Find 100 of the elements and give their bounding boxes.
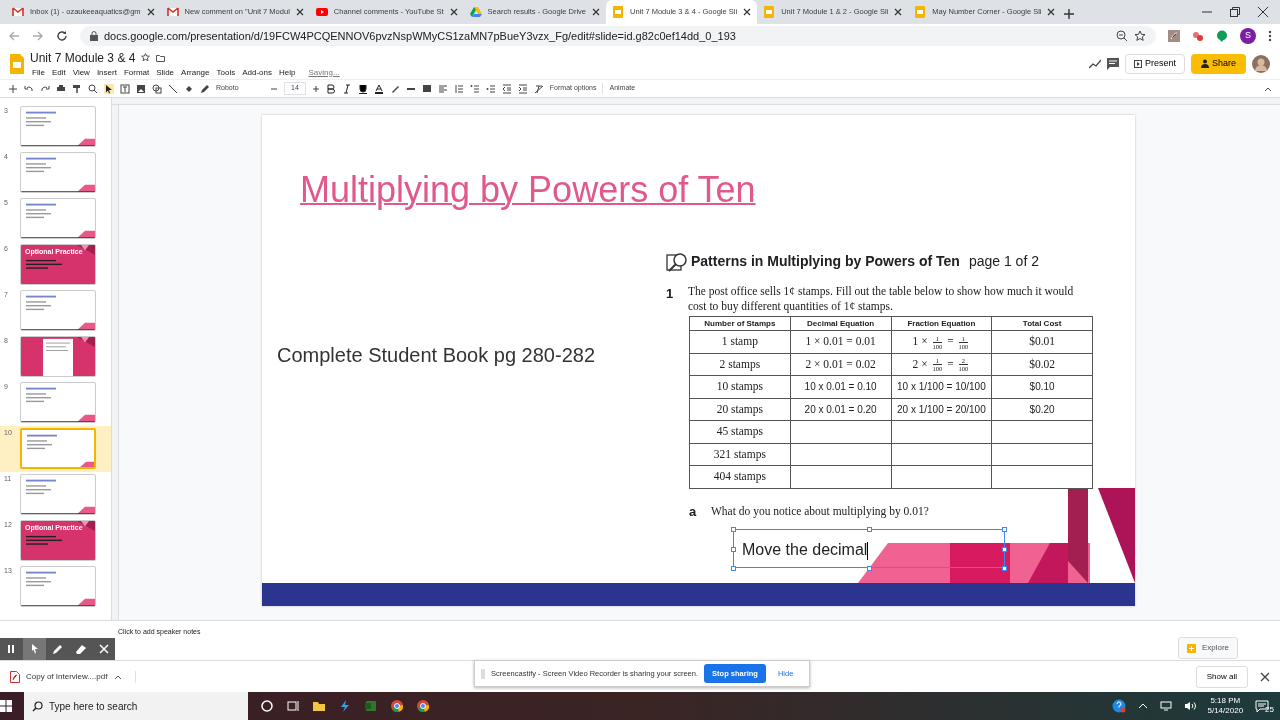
select-icon[interactable] <box>104 83 114 94</box>
close-icon[interactable] <box>894 8 903 16</box>
system-clock[interactable]: 5:18 PM 5/14/2020 <box>1207 696 1244 716</box>
text-box-icon[interactable] <box>120 83 130 94</box>
explore-button[interactable]: Explore <box>1177 637 1238 659</box>
numbered-list-icon[interactable] <box>469 83 480 94</box>
comment-icon[interactable] <box>1106 57 1119 70</box>
line-spacing-icon[interactable] <box>453 83 464 94</box>
task-view-icon[interactable] <box>286 699 300 713</box>
paint-format-icon[interactable] <box>72 83 82 94</box>
menu-item[interactable]: Slide <box>154 66 177 79</box>
table-cell: 1 stamp <box>689 330 791 353</box>
print-icon[interactable] <box>56 83 66 94</box>
slide-thumbnail[interactable] <box>20 474 96 515</box>
indent-increase-icon[interactable] <box>517 83 528 94</box>
slide-thumbnail[interactable] <box>20 198 96 239</box>
circle-icon[interactable] <box>260 699 274 713</box>
restore-icon[interactable] <box>1230 7 1240 17</box>
document-title[interactable]: Unit 7 Module 3 & 4 <box>30 48 136 67</box>
menu-item[interactable]: Insert <box>94 66 119 79</box>
notifications-button[interactable]: 25 <box>1255 696 1280 716</box>
menu-item[interactable]: Arrange <box>179 66 212 79</box>
play-icon <box>315 6 328 18</box>
caret-icon[interactable] <box>1137 702 1148 710</box>
clear-format-icon[interactable] <box>533 83 544 94</box>
pen-icon[interactable] <box>200 83 210 94</box>
network-icon[interactable] <box>1159 701 1172 711</box>
collapse-icon[interactable] <box>1264 85 1272 92</box>
share-button[interactable]: Share <box>1190 53 1246 74</box>
bolt-icon[interactable] <box>338 699 352 713</box>
bulleted-list-icon[interactable] <box>485 83 496 94</box>
close-icon[interactable] <box>295 8 304 16</box>
table-cell: 20 stamps <box>689 398 791 421</box>
underline-icon[interactable] <box>357 83 368 94</box>
folder-icon[interactable] <box>312 699 326 713</box>
slide-thumbnail[interactable] <box>20 290 96 331</box>
slide-thumbnail[interactable] <box>20 336 96 377</box>
profile-avatar[interactable]: S <box>1240 28 1256 44</box>
star-icon[interactable] <box>1134 30 1146 42</box>
add-icon[interactable] <box>8 83 18 94</box>
chrome-icon[interactable] <box>390 699 404 713</box>
magnifier-icon <box>666 251 688 272</box>
trend-icon[interactable] <box>1088 58 1101 69</box>
eraser-icon[interactable] <box>74 643 87 655</box>
menu-item[interactable]: Tools <box>214 66 238 79</box>
windows-icon[interactable] <box>0 700 12 712</box>
menu-item[interactable]: Add-ons <box>240 66 274 79</box>
table-cell: $0.02 <box>991 353 1093 376</box>
app-icon[interactable] <box>364 699 378 713</box>
menu-item[interactable]: Help <box>277 66 298 79</box>
slide-thumbnail[interactable] <box>20 152 96 193</box>
slides-icon <box>612 6 624 18</box>
reload-icon[interactable] <box>56 30 68 42</box>
pdf-icon[interactable] <box>1168 30 1180 42</box>
address-bar[interactable]: docs.google.com/presentation/d/19FCW4PCQENNOV6pvzNspWMyCS1zaMN7pBueY3vzx_Fg/edit#slide=id.g82c0ef14dd_0_193 <box>80 26 1156 46</box>
slide-thumbnail[interactable] <box>20 566 96 607</box>
increase-icon[interactable] <box>311 84 320 93</box>
menu-item[interactable]: File <box>30 66 47 79</box>
bold-icon[interactable] <box>325 83 336 94</box>
slide-thumbnail[interactable] <box>20 382 96 423</box>
slide-thumbnail[interactable] <box>20 428 96 469</box>
star-icon[interactable] <box>141 53 151 62</box>
redo-icon[interactable] <box>40 83 50 94</box>
volume-icon[interactable] <box>1183 701 1196 711</box>
close-icon[interactable] <box>1047 8 1056 16</box>
undo-icon[interactable] <box>24 83 34 94</box>
close-icon[interactable] <box>146 8 155 16</box>
close-icon[interactable] <box>592 8 600 16</box>
close-icon[interactable] <box>1258 7 1268 17</box>
zoom-out-icon[interactable] <box>1116 30 1128 42</box>
chat-bubble-icon[interactable] <box>1216 30 1228 42</box>
close-icon[interactable] <box>1260 671 1270 682</box>
zoom-icon[interactable] <box>88 83 98 94</box>
shape-icon[interactable] <box>152 83 162 94</box>
menu-item[interactable]: Edit <box>49 66 68 79</box>
line-icon[interactable] <box>168 83 178 94</box>
text-color-icon[interactable] <box>373 83 384 94</box>
show-all-button[interactable]: Show all <box>1195 665 1248 688</box>
close-icon[interactable] <box>743 8 752 16</box>
menu-item[interactable]: View <box>70 66 92 79</box>
answer-box[interactable]: Move the decimal <box>733 529 1005 568</box>
close-icon[interactable] <box>449 8 458 16</box>
pen-icon[interactable] <box>51 643 64 655</box>
indent-decrease-icon[interactable] <box>501 83 512 94</box>
present-button[interactable]: Present <box>1124 53 1185 74</box>
explore-icon <box>1186 643 1196 653</box>
menu-item[interactable]: Format <box>121 66 152 79</box>
extension-icon[interactable] <box>1192 30 1204 42</box>
folder-icon[interactable] <box>156 53 166 62</box>
more-icon[interactable] <box>1268 30 1272 42</box>
slide-thumbnail[interactable] <box>20 106 96 147</box>
table-cell: $0.20 <box>991 398 1093 421</box>
mail-icon <box>12 6 24 18</box>
italic-icon[interactable] <box>341 83 352 94</box>
chrome-icon[interactable] <box>416 699 430 713</box>
download-item[interactable]: Copy of Interview....pdf <box>10 670 137 683</box>
taskbar-search-field[interactable]: Type here to search <box>24 692 248 720</box>
image-icon[interactable] <box>136 83 146 94</box>
help-icon[interactable] <box>1111 699 1126 713</box>
align-icon[interactable] <box>437 83 448 94</box>
